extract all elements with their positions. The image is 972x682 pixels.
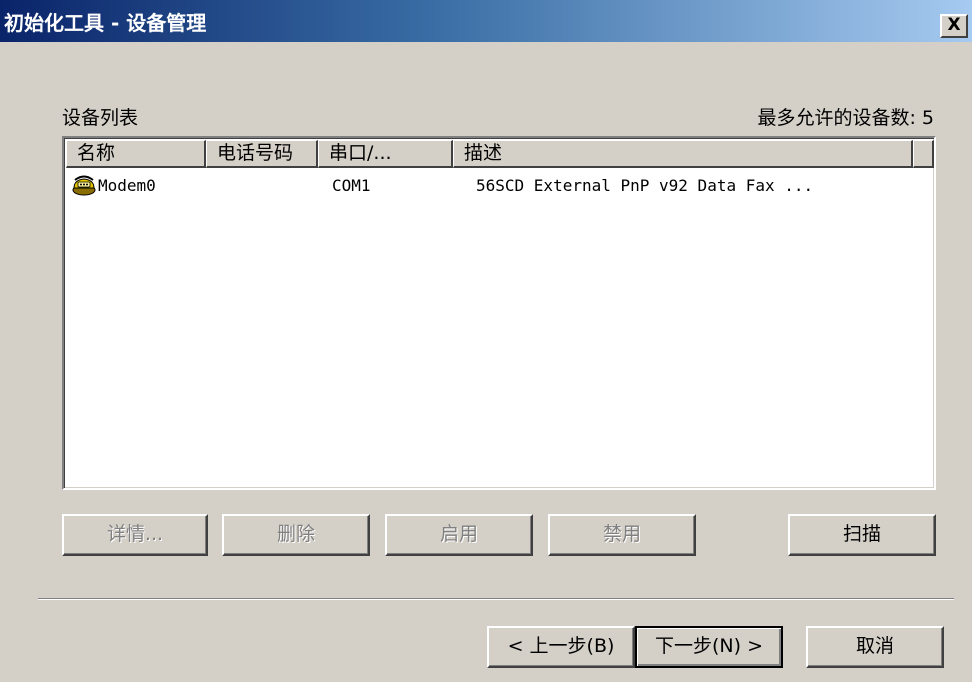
- device-manager-dialog: 初始化工具 - 设备管理 X 设备列表 最多允许的设备数: 5 名称 电话号码 …: [0, 0, 972, 682]
- title-bar[interactable]: 初始化工具 - 设备管理 X: [0, 0, 972, 42]
- window-title: 初始化工具 - 设备管理: [4, 11, 207, 35]
- delete-button[interactable]: 删除: [222, 514, 370, 556]
- details-button[interactable]: 详情...: [62, 514, 208, 556]
- column-header-filler: [913, 140, 934, 168]
- modem-icon: [72, 175, 96, 196]
- list-header: 名称 电话号码 串口/... 描述: [66, 140, 934, 168]
- separator: [38, 598, 954, 600]
- device-list-label: 设备列表: [62, 107, 139, 129]
- column-header-name[interactable]: 名称: [66, 140, 206, 168]
- enable-button[interactable]: 启用: [385, 514, 533, 556]
- column-header-phone[interactable]: 电话号码: [206, 140, 318, 168]
- column-header-description[interactable]: 描述: [453, 140, 913, 168]
- device-listview[interactable]: 名称 电话号码 串口/... 描述 Modem0 COM1 56SCD Exte…: [62, 136, 936, 490]
- max-devices-label: 最多允许的设备数: 5: [757, 107, 934, 129]
- list-item[interactable]: Modem0 COM1 56SCD External PnP v92 Data …: [66, 174, 934, 200]
- disable-button[interactable]: 禁用: [548, 514, 696, 556]
- close-button[interactable]: X: [940, 14, 968, 38]
- device-description: 56SCD External PnP v92 Data Fax ...: [476, 176, 814, 195]
- column-header-port[interactable]: 串口/...: [318, 140, 453, 168]
- next-button[interactable]: 下一步(N) >: [635, 626, 783, 668]
- scan-button[interactable]: 扫描: [788, 514, 936, 556]
- device-port: COM1: [332, 176, 371, 195]
- back-button[interactable]: < 上一步(B): [487, 626, 635, 668]
- cancel-button[interactable]: 取消: [806, 626, 944, 668]
- device-name: Modem0: [98, 176, 156, 195]
